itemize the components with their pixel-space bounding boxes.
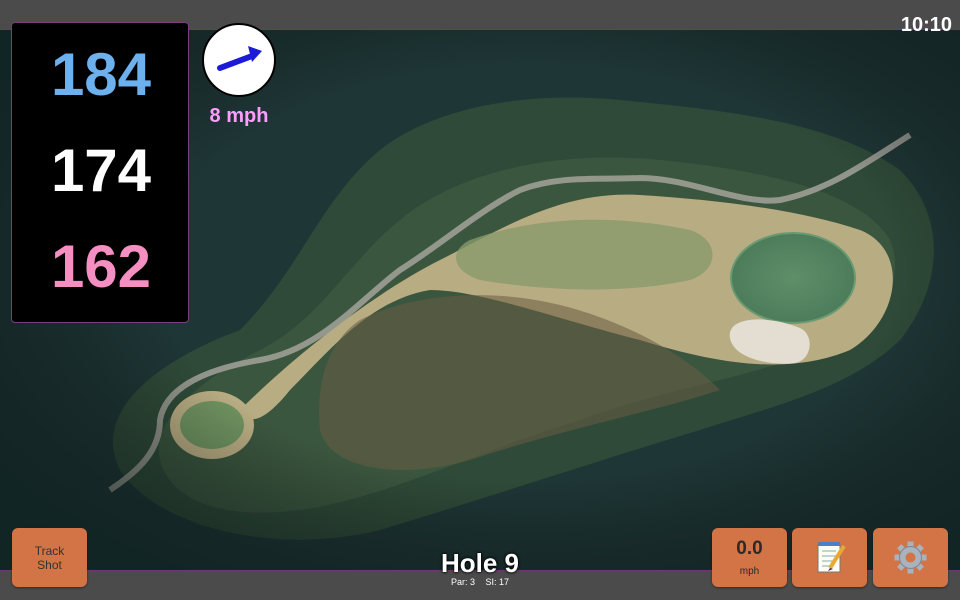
distance-back: 184	[50, 41, 152, 108]
notes-button[interactable]	[792, 528, 867, 587]
arrow-icon	[217, 46, 262, 71]
golf-gps-screen: 10:10 184 174 162 8 mph Track Shot Hole …	[0, 0, 960, 600]
track-shot-button[interactable]: Track Shot	[12, 528, 87, 587]
track-shot-label-line1: Track	[34, 543, 65, 558]
distance-panel: 184 174 162	[11, 22, 189, 323]
clock: 10:10	[900, 14, 952, 36]
hole-title: Hole 9	[440, 548, 520, 578]
wind-speed: 8 mph	[209, 105, 269, 127]
distance-center: 174	[50, 137, 152, 204]
track-shot-label-line2: Shot	[37, 557, 62, 572]
settings-button[interactable]	[873, 528, 948, 587]
distance-front: 162	[50, 233, 152, 300]
hole-stroke-index: SI: 17	[485, 577, 510, 587]
notepad-icon	[817, 542, 846, 573]
wind-dial	[202, 23, 276, 97]
hole-par: Par: 3	[450, 577, 475, 587]
speed-value: 0.0	[736, 538, 763, 559]
speed-button[interactable]: 0.0 mph	[712, 528, 787, 587]
speed-unit: mph	[739, 566, 760, 577]
gear-icon	[894, 541, 927, 574]
hole-info: Par: 3 SI: 17	[380, 577, 580, 587]
